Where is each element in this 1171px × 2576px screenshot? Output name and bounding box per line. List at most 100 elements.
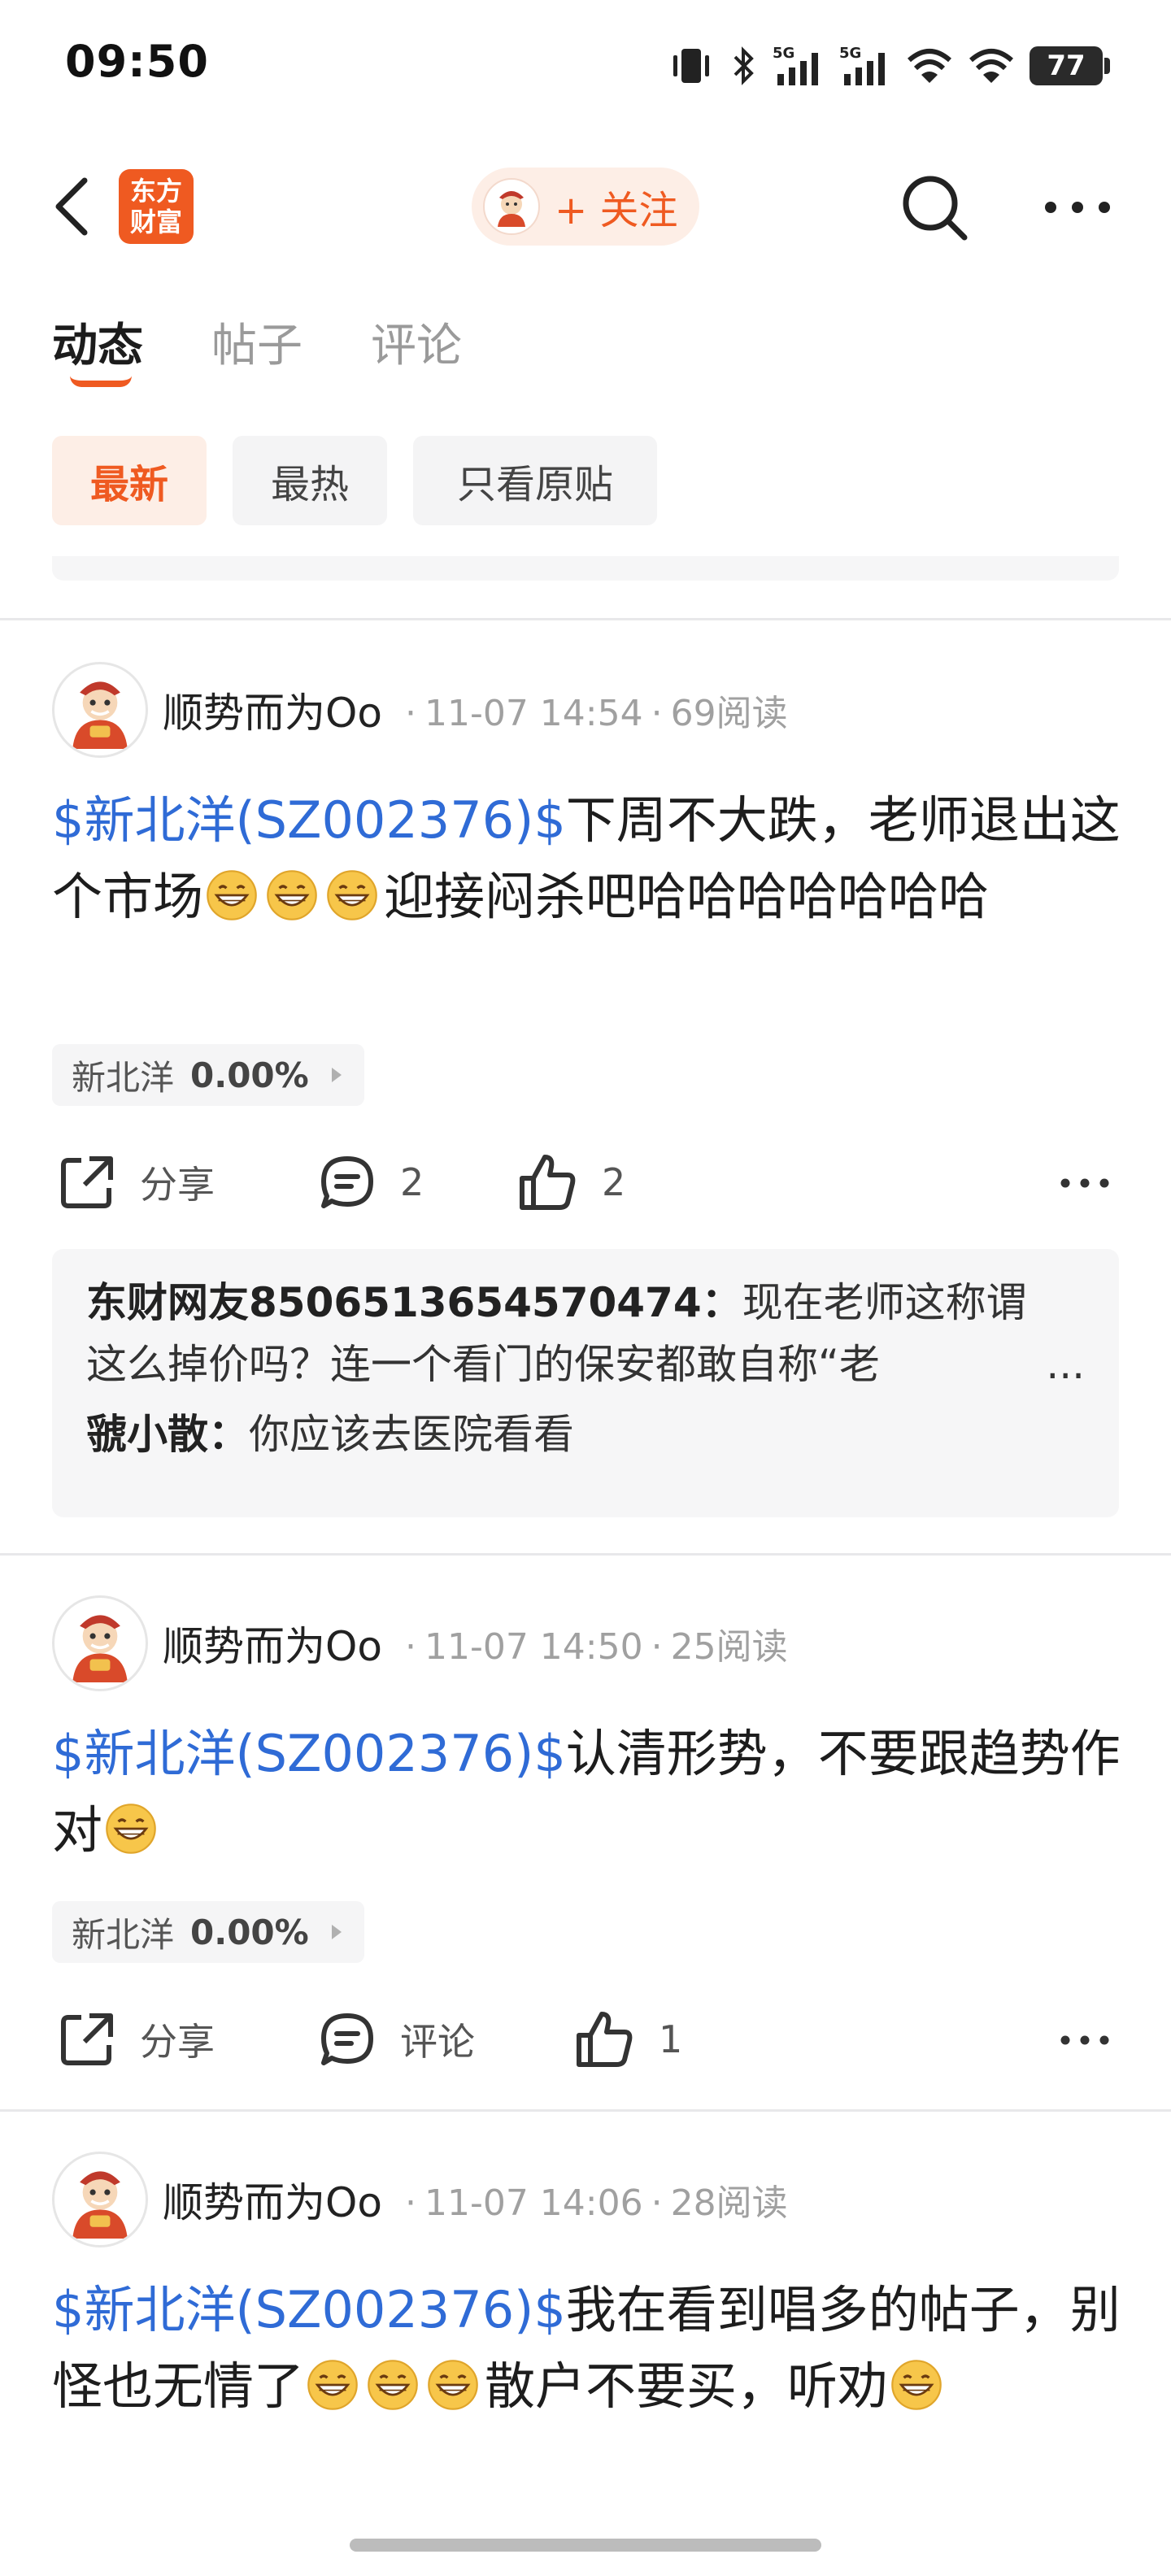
comment-button[interactable]: 2 — [317, 1142, 424, 1223]
filter-hottest[interactable]: 最热 — [233, 436, 387, 525]
grin-emoji-icon — [207, 870, 257, 920]
read-count: 25阅读 — [670, 1626, 788, 1668]
comment-ellipsis: ... — [1046, 1341, 1085, 1388]
comment-item[interactable]: 东财网友8506513654570474：现在老师这称谓这么掉价吗？连一个看门的… — [86, 1272, 1085, 1395]
post-text-continued: 迎接闷杀吧哈哈哈哈哈哈哈 — [384, 867, 990, 926]
author-avatar[interactable] — [52, 1595, 148, 1691]
share-label: 分享 — [140, 2020, 215, 2064]
follow-button[interactable]: + 关注 — [472, 168, 699, 246]
share-label: 分享 — [140, 1163, 215, 1207]
logo-text-top: 东方 — [129, 176, 182, 207]
back-arrow-icon[interactable] — [49, 174, 98, 239]
grin-emoji-icon — [368, 2360, 418, 2410]
thumbs-up-icon — [577, 2012, 633, 2067]
status-icons: 5G 5G 77 — [668, 37, 1110, 94]
vibrate-icon — [673, 49, 709, 83]
filter-latest[interactable]: 最新 — [52, 436, 207, 525]
home-indicator[interactable] — [350, 2539, 821, 2552]
search-icon[interactable] — [898, 171, 971, 244]
stock-tag-percent: 0.00% — [190, 1912, 309, 1952]
logo-text-bottom: 财富 — [129, 207, 182, 237]
grin-emoji-icon — [106, 1804, 156, 1854]
tab-comments-label: 评论 — [371, 320, 462, 372]
read-count: 28阅读 — [670, 2182, 788, 2224]
tab-posts-label: 帖子 — [211, 320, 303, 372]
divider — [0, 618, 1171, 620]
status-bar: 09:50 5G 5G 77 — [0, 0, 1171, 130]
grin-emoji-icon — [327, 870, 377, 920]
active-tab-indicator — [70, 376, 132, 387]
section-separator — [52, 556, 1119, 581]
status-time: 09:50 — [65, 36, 209, 87]
more-options-icon[interactable] — [1059, 2028, 1111, 2052]
svg-text:5G: 5G — [839, 45, 861, 62]
stock-tag-name: 新北洋 — [72, 1057, 175, 1098]
filter-chips: 最新 最热 只看原贴 — [52, 436, 657, 525]
stock-tag-name: 新北洋 — [72, 1914, 175, 1955]
tab-dynamics-label: 动态 — [52, 320, 143, 372]
author-avatar[interactable] — [52, 2152, 148, 2247]
filter-original-only[interactable]: 只看原贴 — [413, 436, 657, 525]
thumbs-up-icon — [520, 1155, 576, 1210]
like-button[interactable]: 2 — [516, 1142, 625, 1223]
author-name[interactable]: 顺势而为Oo — [163, 1614, 382, 1673]
follow-avatar-icon — [483, 178, 540, 235]
grin-emoji-icon — [307, 2360, 358, 2410]
post-header: 顺势而为Oo · 11-07 14:54 · 69阅读 — [52, 662, 788, 758]
post-header: 顺势而为Oo · 11-07 14:50 · 25阅读 — [52, 1595, 788, 1691]
signal-5g-icon-2: 5G — [839, 45, 885, 85]
post-meta: · 11-07 14:06 · 28阅读 — [404, 2182, 788, 2224]
stock-link[interactable]: $新北洋(SZ002376)$ — [52, 2280, 566, 2339]
more-options-icon[interactable] — [1041, 187, 1114, 228]
signal-5g-icon: 5G — [773, 45, 818, 85]
comment-preview[interactable]: 东财网友8506513654570474：现在老师这称谓这么掉价吗？连一个看门的… — [52, 1249, 1119, 1517]
comment-item[interactable]: 虢小散：你应该去医院看看 — [86, 1403, 1085, 1465]
author-avatar[interactable] — [52, 662, 148, 758]
post-content[interactable]: $新北洋(SZ002376)$下周不大跌，老师退出这个市场 迎接闷杀吧哈哈哈哈哈哈… — [52, 782, 1125, 935]
divider — [0, 2109, 1171, 2112]
author-name[interactable]: 顺势而为Oo — [163, 2170, 382, 2229]
grin-emoji-icon — [267, 870, 317, 920]
like-button[interactable]: 1 — [572, 1999, 682, 2080]
tab-dynamics[interactable]: 动态 — [52, 309, 143, 390]
profile-tabs: 动态 帖子 评论 — [52, 309, 462, 390]
author-name[interactable]: 顺势而为Oo — [163, 681, 382, 739]
nav-bar: 东方 财富 + 关注 — [0, 146, 1171, 268]
post-content[interactable]: $新北洋(SZ002376)$认清形势，不要跟趋势作对 — [52, 1716, 1125, 1869]
like-count: 1 — [659, 2017, 683, 2061]
share-button[interactable]: 分享 — [57, 1999, 215, 2080]
comment-label: 评论 — [400, 2020, 475, 2064]
bluetooth-icon — [734, 46, 754, 85]
post-date: 11-07 14:06 — [424, 2182, 643, 2224]
commenter-name[interactable]: 东财网友8506513654570474： — [86, 1279, 742, 1326]
comment-icon — [321, 1156, 373, 1208]
post-date: 11-07 14:54 — [424, 693, 643, 734]
post-meta: · 11-07 14:54 · 69阅读 — [404, 693, 788, 734]
tab-posts[interactable]: 帖子 — [211, 309, 303, 390]
share-icon — [61, 1156, 113, 1208]
stock-link[interactable]: $新北洋(SZ002376)$ — [52, 1724, 566, 1783]
post-actions: 分享 2 2 — [0, 1142, 1171, 1223]
post-actions: 分享 评论 1 — [0, 1999, 1171, 2080]
comment-button[interactable]: 评论 — [317, 1999, 475, 2080]
post-header: 顺势而为Oo · 11-07 14:06 · 28阅读 — [52, 2152, 788, 2247]
stock-quote-tag[interactable]: 新北洋 0.00% — [52, 1901, 364, 1963]
grin-emoji-icon — [428, 2360, 478, 2410]
stock-quote-tag[interactable]: 新北洋 0.00% — [52, 1044, 364, 1106]
caret-right-icon — [331, 1068, 342, 1082]
stock-link[interactable]: $新北洋(SZ002376)$ — [52, 790, 566, 850]
more-options-icon[interactable] — [1059, 1171, 1111, 1195]
tab-comments[interactable]: 评论 — [371, 309, 462, 390]
share-button[interactable]: 分享 — [57, 1142, 215, 1223]
app-logo[interactable]: 东方 财富 — [119, 169, 194, 244]
comment-icon — [321, 2013, 373, 2065]
post-text-continued: 散户不要买，听劝 — [485, 2356, 889, 2416]
comment-text: 你应该去医院看看 — [249, 1411, 574, 1458]
commenter-name[interactable]: 虢小散： — [86, 1411, 249, 1458]
post-content[interactable]: $新北洋(SZ002376)$我在看到唱多的帖子，别怪也无情了 散户不要买，听劝 — [52, 2272, 1125, 2425]
divider — [0, 1553, 1171, 1556]
share-icon — [61, 2013, 113, 2065]
post-date: 11-07 14:50 — [424, 1626, 643, 1668]
wifi-icon-2 — [969, 49, 1013, 83]
stock-tag-percent: 0.00% — [190, 1055, 309, 1095]
